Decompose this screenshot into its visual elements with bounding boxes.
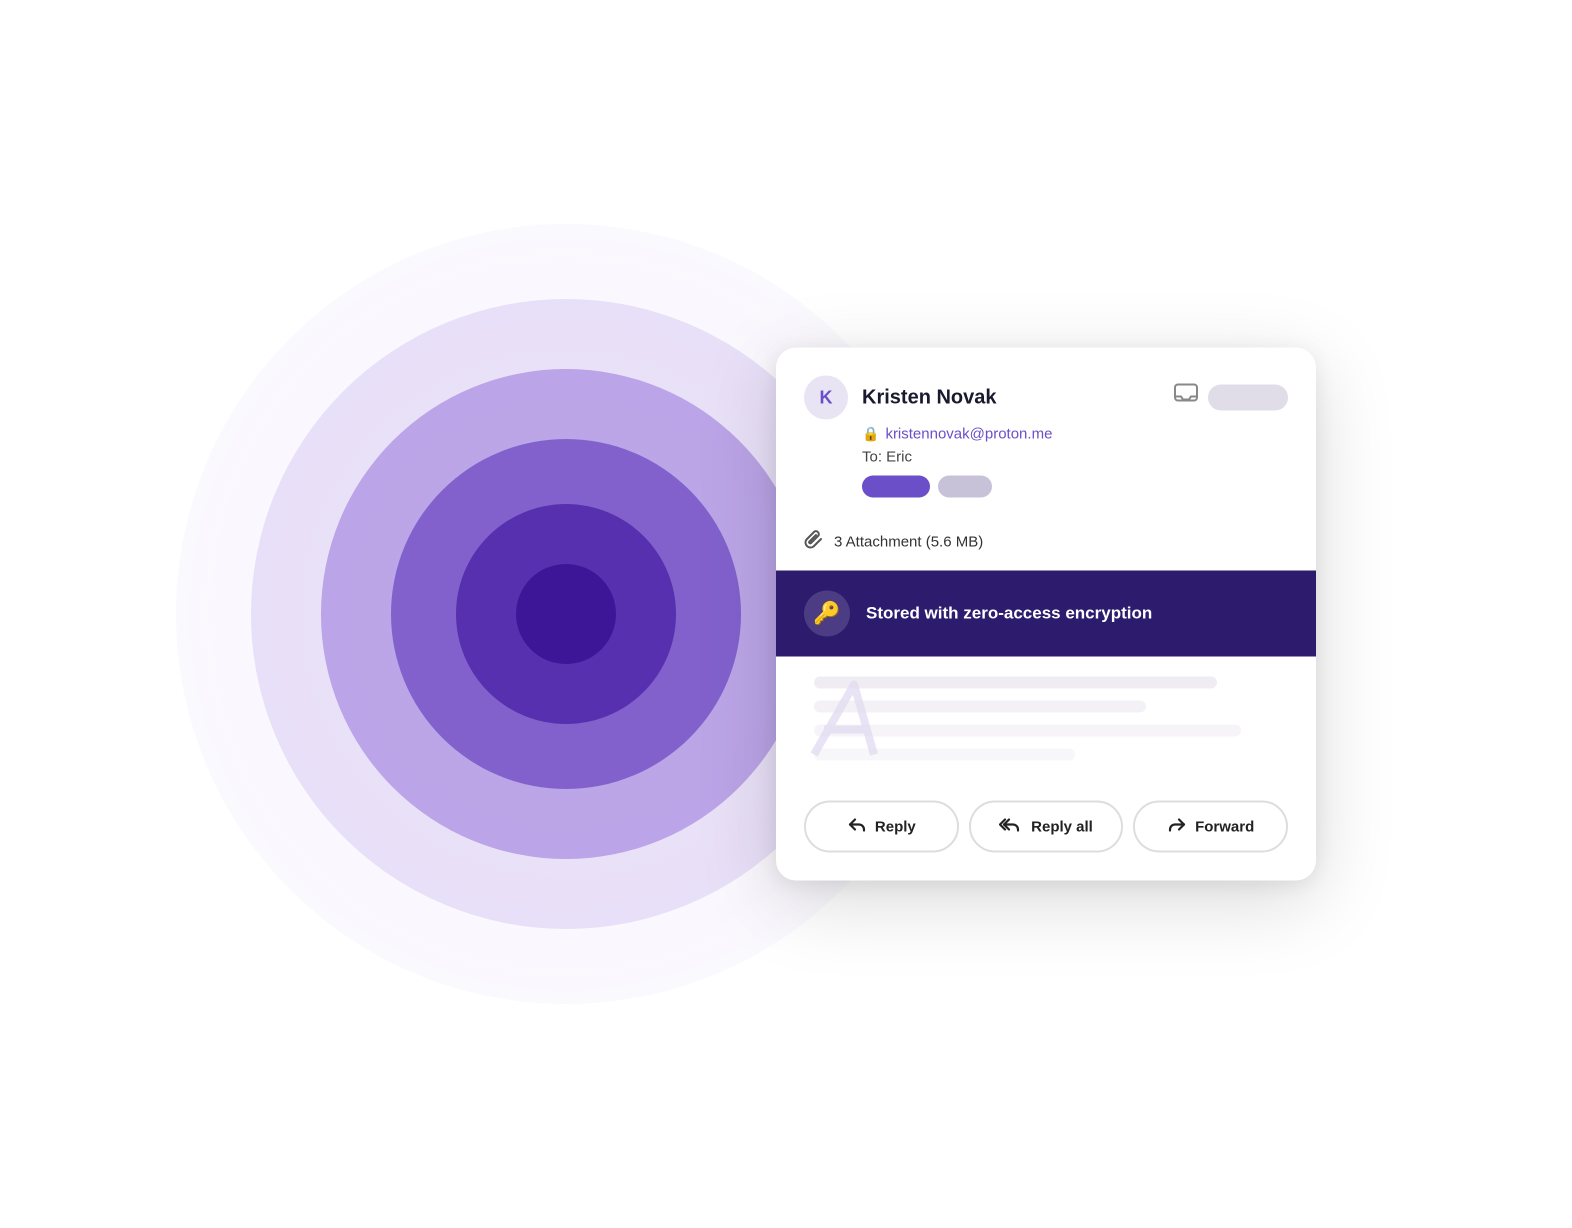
attachment-row: 3 Attachment (5.6 MB) xyxy=(776,530,1316,571)
tag-pill-purple xyxy=(862,476,930,498)
placeholder-line-1 xyxy=(814,677,1217,689)
paperclip-icon xyxy=(804,530,824,555)
placeholder-line-2 xyxy=(814,701,1146,713)
to-row: To: Eric xyxy=(804,449,1288,466)
forward-button[interactable]: Forward xyxy=(1133,801,1288,853)
reply-button[interactable]: Reply xyxy=(804,801,959,853)
header-pill xyxy=(1208,385,1288,411)
scene: K Kristen Novak 🔒 kristennovak@proton.me xyxy=(236,114,1336,1114)
action-row: Reply Reply all xyxy=(776,785,1316,881)
header-actions xyxy=(1174,384,1288,412)
message-body xyxy=(776,657,1316,785)
attachment-label: 3 Attachment (5.6 MB) xyxy=(834,534,983,551)
reply-icon xyxy=(847,816,867,838)
encryption-label: Stored with zero-access encryption xyxy=(866,604,1152,624)
key-icon: 🔑 xyxy=(813,601,840,627)
reply-label: Reply xyxy=(875,818,916,835)
key-icon-circle: 🔑 xyxy=(804,591,850,637)
tag-row xyxy=(804,476,1288,498)
tag-pill-gray xyxy=(938,476,992,498)
reply-all-label: Reply all xyxy=(1031,818,1093,835)
lock-icon: 🔒 xyxy=(862,426,879,443)
placeholder-line-4 xyxy=(814,749,1075,761)
encryption-banner: 🔑 Stored with zero-access encryption xyxy=(776,571,1316,657)
email-card: K Kristen Novak 🔒 kristennovak@proton.me xyxy=(776,348,1316,881)
placeholder-line-3 xyxy=(814,725,1241,737)
avatar: K xyxy=(804,376,848,420)
reply-all-icon xyxy=(999,816,1023,838)
sender-email-row: 🔒 kristennovak@proton.me xyxy=(804,426,1288,443)
sender-row: K Kristen Novak xyxy=(804,376,1288,420)
sender-left: K Kristen Novak xyxy=(804,376,997,420)
sender-email: kristennovak@proton.me xyxy=(885,426,1052,443)
sender-name: Kristen Novak xyxy=(862,386,997,409)
forward-label: Forward xyxy=(1195,818,1254,835)
card-header: K Kristen Novak 🔒 kristennovak@proton.me xyxy=(776,348,1316,530)
circle-6 xyxy=(516,564,616,664)
reply-all-button[interactable]: Reply all xyxy=(969,801,1124,853)
inbox-icon xyxy=(1174,384,1198,412)
forward-icon xyxy=(1167,816,1187,838)
